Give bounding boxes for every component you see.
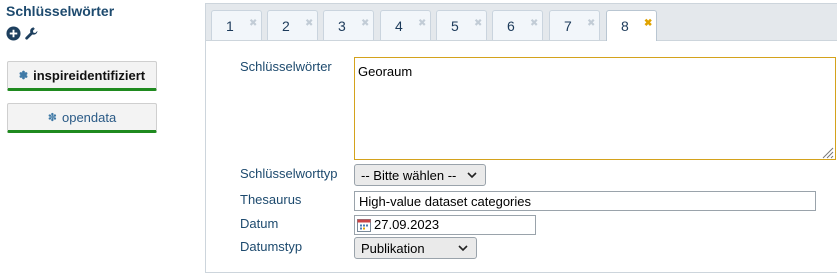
date-field[interactable]: 27.09.2023 [354, 215, 536, 235]
keywordtype-select[interactable]: -- Bitte wählen -- [354, 164, 486, 186]
tab-strip: 1 ✖ 2 ✖ 3 ✖ 4 ✖ 5 ✖ 6 ✖ 7 ✖ 8 ✖ [206, 4, 837, 41]
add-circle-icon[interactable] [6, 25, 21, 41]
sidebar-actions [6, 25, 39, 41]
close-icon[interactable]: ✖ [249, 18, 257, 29]
keywords-textarea[interactable]: Georaum [354, 57, 836, 160]
tab-7[interactable]: 7 ✖ [549, 10, 600, 40]
tab-5[interactable]: 5 ✖ [436, 10, 487, 40]
gear-icon: ✽ [18, 69, 29, 82]
close-icon[interactable]: ✖ [361, 18, 369, 29]
tab-label: 7 [564, 18, 572, 34]
gear-icon: ✽ [47, 111, 57, 124]
tab-label: 5 [451, 18, 459, 34]
tab-3[interactable]: 3 ✖ [323, 10, 374, 40]
keyword-button-opendata[interactable]: ✽ opendata [7, 103, 157, 133]
keyword-panel: 1 ✖ 2 ✖ 3 ✖ 4 ✖ 5 ✖ 6 ✖ 7 ✖ 8 ✖ Schlüsse… [205, 3, 837, 273]
keyword-button-inspireidentifiziert[interactable]: ✽ inspireidentifiziert [7, 61, 157, 91]
calendar-icon[interactable] [357, 218, 371, 232]
tab-4[interactable]: 4 ✖ [380, 10, 431, 40]
datetype-value: Publikation [361, 240, 425, 256]
keywordtype-value: -- Bitte wählen -- [361, 167, 457, 183]
keywordtype-label: Schlüsselworttyp [240, 166, 338, 181]
resize-grip-icon[interactable] [820, 145, 834, 159]
close-icon[interactable]: ✖ [305, 18, 313, 29]
wrench-icon[interactable] [24, 26, 39, 41]
keyword-label: opendata [61, 109, 117, 125]
tab-label: 2 [282, 18, 290, 34]
keywords-label: Schlüsselwörter [240, 59, 332, 74]
tab-6[interactable]: 6 ✖ [492, 10, 543, 40]
tab-label: 4 [395, 18, 403, 34]
close-icon[interactable]: ✖ [474, 18, 482, 29]
tab-label: 1 [226, 18, 234, 34]
date-value: 27.09.2023 [374, 217, 440, 232]
close-icon[interactable]: ✖ [530, 18, 538, 29]
thesaurus-label: Thesaurus [240, 192, 302, 207]
tab-label: 6 [507, 18, 515, 34]
close-icon[interactable]: ✖ [418, 18, 426, 29]
tab-1[interactable]: 1 ✖ [211, 10, 262, 40]
chevron-down-icon [467, 172, 477, 179]
thesaurus-input[interactable] [354, 191, 816, 211]
date-label: Datum [240, 216, 279, 231]
close-icon[interactable]: ✖ [587, 18, 595, 29]
tab-label: 3 [338, 18, 346, 34]
sidebar-title: Schlüsselwörter [6, 3, 115, 19]
datetype-select[interactable]: Publikation [354, 237, 477, 259]
tab-2[interactable]: 2 ✖ [267, 10, 318, 40]
datetype-label: Datumstyp [240, 239, 303, 254]
keyword-label: inspireidentifiziert [33, 67, 146, 83]
chevron-down-icon [458, 245, 468, 252]
close-icon[interactable]: ✖ [644, 18, 652, 29]
tab-8[interactable]: 8 ✖ [606, 10, 657, 41]
tab-label: 8 [621, 18, 629, 34]
